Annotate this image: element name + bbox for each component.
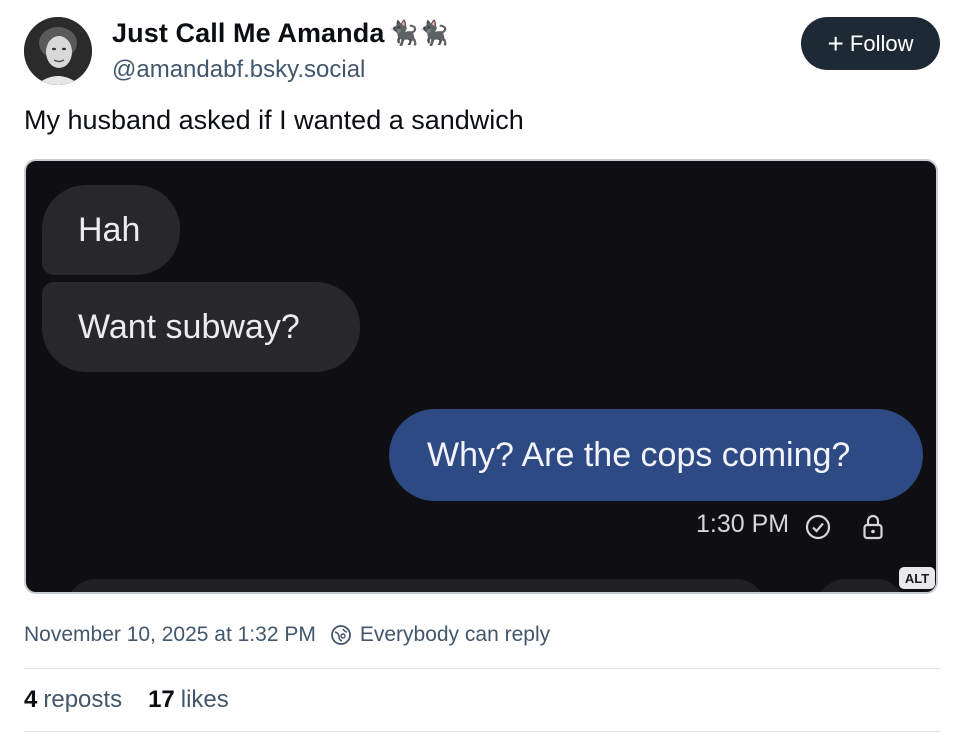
delivered-check-icon [805,514,831,540]
likes-label: likes [180,686,229,713]
message-time: 1:30 PM [696,510,790,538]
display-name-text: Just Call Me Amanda [112,18,385,48]
author-display-name[interactable]: Just Call Me Amanda 🐈‍⬛🐈‍⬛ [112,18,448,49]
lock-icon [863,514,883,540]
likes-stat[interactable]: 17 likes [148,686,229,714]
divider [24,731,940,732]
divider [24,668,940,669]
partial-message-bubble [816,579,906,592]
black-cat-icon: 🐈‍⬛🐈‍⬛ [388,20,449,47]
message-text: Why? Are the cops coming? [427,435,851,474]
reposts-count: 4 [24,686,38,713]
globe-icon [330,625,351,645]
message-text: Hah [78,210,141,249]
post-text: My husband asked if I wanted a sandwich [24,105,524,135]
author-handle[interactable]: @amandabf.bsky.social [112,56,365,84]
outgoing-message-bubble: Why? Are the cops coming? [389,409,923,501]
incoming-message-bubble: Hah [42,185,180,275]
partial-message-bubble [66,579,766,592]
incoming-message-bubble: Want subway? [42,282,360,372]
follow-button[interactable]: + Follow [801,17,940,70]
post-image[interactable]: Hah Want subway? Why? Are the cops comin… [24,159,938,594]
reposts-label: reposts [43,686,123,713]
post-meta: November 10, 2025 at 1:32 PM Everybody c… [24,623,550,647]
message-text: Want subway? [78,307,300,346]
post-stats: 4 reposts 17 likes [24,686,229,714]
alt-text-badge[interactable]: ALT [899,567,935,589]
reply-setting[interactable]: Everybody can reply [360,623,550,647]
avatar[interactable] [24,17,92,85]
likes-count: 17 [148,686,175,713]
follow-button-label: Follow [849,30,914,56]
plus-icon: + [827,27,844,59]
reposts-stat[interactable]: 4 reposts [24,686,122,714]
post-timestamp[interactable]: November 10, 2025 at 1:32 PM [24,623,316,647]
avatar-portrait-icon [24,17,92,85]
